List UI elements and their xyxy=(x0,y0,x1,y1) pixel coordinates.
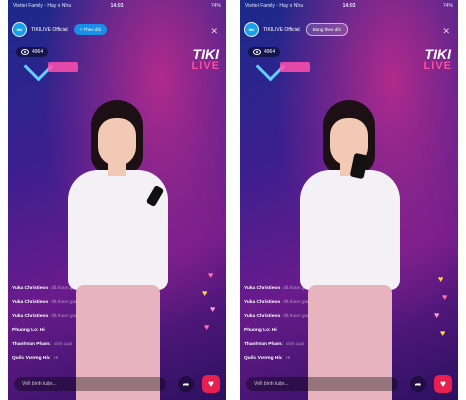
comment-item: Quốc Vương Hà: Hi xyxy=(244,355,291,361)
comment-input[interactable]: Viết bình luận... xyxy=(246,377,398,391)
bottom-bar: Viết bình luận... ➦ ♥ xyxy=(8,374,226,394)
comment-item: ThanhVan Pham: xinh quá xyxy=(244,341,305,347)
livestream-screen-left: Viettel Family - Hay o Nha 14:03 74% tik… xyxy=(8,0,226,400)
promo-logo xyxy=(23,51,84,82)
channel-name[interactable]: TIKILIVE Official xyxy=(31,27,68,33)
comment-item: Yuka Christieoo đã tham gia xyxy=(244,299,309,305)
tiki-live-logo: TIKI LIVE xyxy=(192,46,220,72)
channel-avatar[interactable]: tiki xyxy=(12,22,27,37)
close-icon[interactable]: ✕ xyxy=(442,26,450,37)
status-bar: Viettel Family - Hay o Nha 14:03 74% xyxy=(240,0,458,12)
carrier-label: Viettel Family - Hay o Nha xyxy=(245,3,303,9)
comment-item: ThanhVan Pham: xinh quá xyxy=(12,341,73,347)
livestream-screen-right: Viettel Family - Hay o Nha 14:03 74% tik… xyxy=(240,0,458,400)
comment-item: Yuka Christieoo đã tham gia xyxy=(244,313,309,319)
bottom-bar: Viết bình luận... ➦ ♥ xyxy=(240,374,458,394)
channel-name[interactable]: TIKILIVE Official xyxy=(263,27,300,33)
tiki-live-logo: TIKI LIVE xyxy=(424,46,452,72)
comment-item: Yuka Christieoo đã tham gia xyxy=(12,299,77,305)
channel-avatar[interactable]: tiki xyxy=(244,22,259,37)
battery-label: 74% xyxy=(210,3,221,9)
comment-item: Quốc Vương Hà: Hi xyxy=(12,355,59,361)
close-icon[interactable]: ✕ xyxy=(210,26,218,37)
heart-icon[interactable]: ♥ xyxy=(434,375,452,393)
comment-feed: Yuka Christieoo đã tham gia Yuka Christie… xyxy=(12,282,162,366)
share-icon[interactable]: ➦ xyxy=(410,376,426,392)
status-bar: Viettel Family - Hay o Nha 14:03 74% xyxy=(8,0,226,12)
battery-label: 74% xyxy=(442,3,453,9)
time-label: 14:03 xyxy=(110,3,124,9)
carrier-label: Viettel Family - Hay o Nha xyxy=(13,3,71,9)
time-label: 14:03 xyxy=(342,3,356,9)
promo-logo xyxy=(255,51,316,82)
live-logo-text: LIVE xyxy=(191,60,220,72)
eye-icon xyxy=(21,49,29,55)
comment-input[interactable]: Viết bình luận... xyxy=(14,377,166,391)
channel-header: tiki TIKILIVE Official Đang theo dõi xyxy=(244,22,348,37)
comment-feed: Yuka Christieoo đã tham gia Yuka Christie… xyxy=(244,282,394,366)
comment-item: Yuka Christieoo đã tham gia xyxy=(12,285,77,291)
floating-hearts: ♥ ♥ ♥ ♥ xyxy=(202,270,216,332)
comment-item: Yuka Christieoo đã tham gia xyxy=(244,285,309,291)
comment-item: Phuong Lo: Hi xyxy=(244,327,277,333)
comment-item: Phuong Lo: Hi xyxy=(12,327,45,333)
follow-button[interactable]: + Theo dõi xyxy=(73,24,107,35)
following-button[interactable]: Đang theo dõi xyxy=(305,23,348,36)
heart-icon[interactable]: ♥ xyxy=(202,375,220,393)
channel-header: tiki TIKILIVE Official + Theo dõi xyxy=(12,22,107,37)
floating-hearts: ♥ ♥ ♥ ♥ xyxy=(434,274,448,338)
share-icon[interactable]: ➦ xyxy=(178,376,194,392)
live-logo-text: LIVE xyxy=(423,60,452,72)
eye-icon xyxy=(253,49,261,55)
comment-item: Yuka Christieoo đã tham gia xyxy=(12,313,77,319)
